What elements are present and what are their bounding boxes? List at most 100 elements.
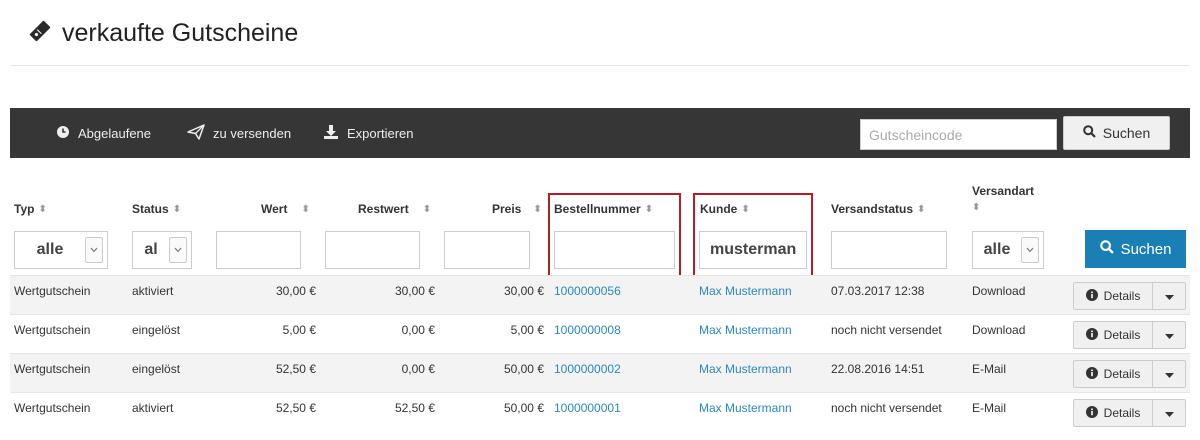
kunde-filter-input[interactable] <box>699 231 807 269</box>
cell-versandstatus: 22.08.2016 14:51 <box>831 362 925 376</box>
chevron-down-icon <box>169 237 187 263</box>
info-icon <box>1085 327 1098 343</box>
export-label: Exportieren <box>347 125 414 141</box>
order-number-link[interactable]: 1000000001 <box>554 393 621 423</box>
column-header-versandstatus[interactable]: Versandstatus ⬍ <box>831 202 925 216</box>
customer-link[interactable]: Max Mustermann <box>699 315 792 345</box>
cell-status: eingelöst <box>132 323 181 337</box>
sort-icon: ⬍ <box>917 203 926 215</box>
caret-down-icon <box>1164 404 1174 422</box>
typ-filter-select[interactable]: alle <box>14 231 108 269</box>
info-icon <box>1085 366 1098 382</box>
cell-preis: 30,00 € <box>503 284 544 298</box>
toolbar-search-button[interactable]: Suchen <box>1063 116 1170 150</box>
chevron-down-icon <box>1021 237 1039 263</box>
customer-link[interactable]: Max Mustermann <box>699 393 792 423</box>
paper-plane-icon <box>187 123 205 143</box>
versandart-filter-select[interactable]: alle <box>972 231 1044 269</box>
details-label: Details <box>1103 289 1141 303</box>
expired-label: Abgelaufene <box>78 125 152 141</box>
export-button[interactable]: Exportieren <box>323 108 413 158</box>
details-button[interactable]: Details <box>1074 322 1153 348</box>
table-row: Wertgutschein aktiviert 30,00 € 30,00 € … <box>10 275 1190 314</box>
column-label-versandart: Versandart <box>972 184 1035 198</box>
details-dropdown-toggle[interactable] <box>1153 361 1185 387</box>
column-label-status: Status <box>132 202 169 216</box>
page-title: verkaufte Gutscheine <box>62 18 299 47</box>
preis-filter-input[interactable] <box>444 231 530 269</box>
caret-down-icon <box>1164 287 1174 305</box>
order-number-link[interactable]: 1000000056 <box>554 276 621 306</box>
cell-status: eingelöst <box>132 362 181 376</box>
column-label-restwert: Restwert <box>358 202 409 216</box>
restwert-filter-input[interactable] <box>325 231 420 269</box>
sort-icon: ⬍ <box>38 203 47 215</box>
chevron-down-icon <box>85 237 103 263</box>
details-button-group: Details <box>1073 360 1186 388</box>
table-row: Wertgutschein aktiviert 52,50 € 52,50 € … <box>10 392 1190 431</box>
sort-icon: ⬍ <box>533 203 542 215</box>
info-icon <box>1085 288 1098 304</box>
sort-icon: ⬍ <box>172 203 182 215</box>
details-dropdown-toggle[interactable] <box>1153 400 1185 426</box>
cell-restwert: 0,00 € <box>401 362 435 376</box>
to-send-label: zu versenden <box>213 125 292 141</box>
column-header-restwert[interactable]: Restwert ⬍ <box>358 202 431 216</box>
search-button-label: Suchen <box>1102 125 1151 141</box>
customer-link[interactable]: Max Mustermann <box>699 354 792 384</box>
voucher-code-search-input[interactable] <box>860 119 1057 150</box>
column-label-typ: Typ <box>14 202 35 216</box>
column-label-versandstatus: Versandstatus <box>831 202 914 216</box>
versandart-filter-value: alle <box>983 241 1011 258</box>
column-header-typ[interactable]: Typ ⬍ <box>14 202 47 216</box>
column-header-wert[interactable]: Wert ⬍ <box>261 202 310 216</box>
column-header-preis[interactable]: Preis ⬍ <box>492 202 542 216</box>
ticket-icon <box>28 19 52 48</box>
cell-preis: 5,00 € <box>510 323 544 337</box>
sort-icon: ⬍ <box>301 203 310 215</box>
details-dropdown-toggle[interactable] <box>1153 283 1185 309</box>
order-number-link[interactable]: 1000000002 <box>554 354 621 384</box>
cell-wert: 52,50 € <box>275 401 316 415</box>
versandstatus-filter-input[interactable] <box>831 231 947 269</box>
to-send-button[interactable]: zu versenden <box>187 108 291 158</box>
title-divider <box>10 65 1190 66</box>
cell-typ: Wertgutschein <box>14 362 91 376</box>
cell-restwert: 0,00 € <box>401 323 435 337</box>
cell-versandart: Download <box>972 323 1026 337</box>
sort-icon: ⬍ <box>422 203 432 215</box>
sort-icon: ⬍ <box>972 202 981 213</box>
cell-typ: Wertgutschein <box>14 284 91 298</box>
filter-search-label: Suchen <box>1120 240 1172 258</box>
details-button[interactable]: Details <box>1074 400 1153 426</box>
status-filter-select[interactable]: al <box>132 231 192 269</box>
clock-icon <box>56 125 70 142</box>
filter-search-button[interactable]: Suchen <box>1085 230 1186 268</box>
column-header-status[interactable]: Status ⬍ <box>132 202 181 216</box>
details-button-group: Details <box>1073 321 1186 349</box>
details-button[interactable]: Details <box>1074 283 1153 309</box>
details-button-group: Details <box>1073 282 1186 310</box>
download-icon <box>323 124 339 143</box>
column-label-preis: Preis <box>492 202 522 216</box>
table-row: Wertgutschein eingelöst 5,00 € 0,00 € 5,… <box>10 314 1190 353</box>
details-dropdown-toggle[interactable] <box>1153 322 1185 348</box>
order-number-link[interactable]: 1000000008 <box>554 315 621 345</box>
column-label-wert: Wert <box>261 202 288 216</box>
cell-versandart: E-Mail <box>972 362 1007 376</box>
details-button[interactable]: Details <box>1074 361 1153 387</box>
cell-preis: 50,00 € <box>503 401 544 415</box>
cell-versandstatus: 07.03.2017 12:38 <box>831 284 925 298</box>
wert-filter-input[interactable] <box>216 231 301 269</box>
column-header-versandart[interactable]: Versandart ⬍ <box>972 184 1034 213</box>
cell-versandart: Download <box>972 284 1026 298</box>
page-header: verkaufte Gutscheine <box>28 16 298 50</box>
bestellnummer-filter-input[interactable] <box>554 231 675 269</box>
details-label: Details <box>1103 406 1141 420</box>
cell-status: aktiviert <box>132 401 174 415</box>
expired-button[interactable]: Abgelaufene <box>56 108 151 158</box>
typ-filter-value: alle <box>36 241 64 258</box>
customer-link[interactable]: Max Mustermann <box>699 276 792 306</box>
details-button-group: Details <box>1073 399 1186 427</box>
cell-preis: 50,00 € <box>503 362 544 376</box>
